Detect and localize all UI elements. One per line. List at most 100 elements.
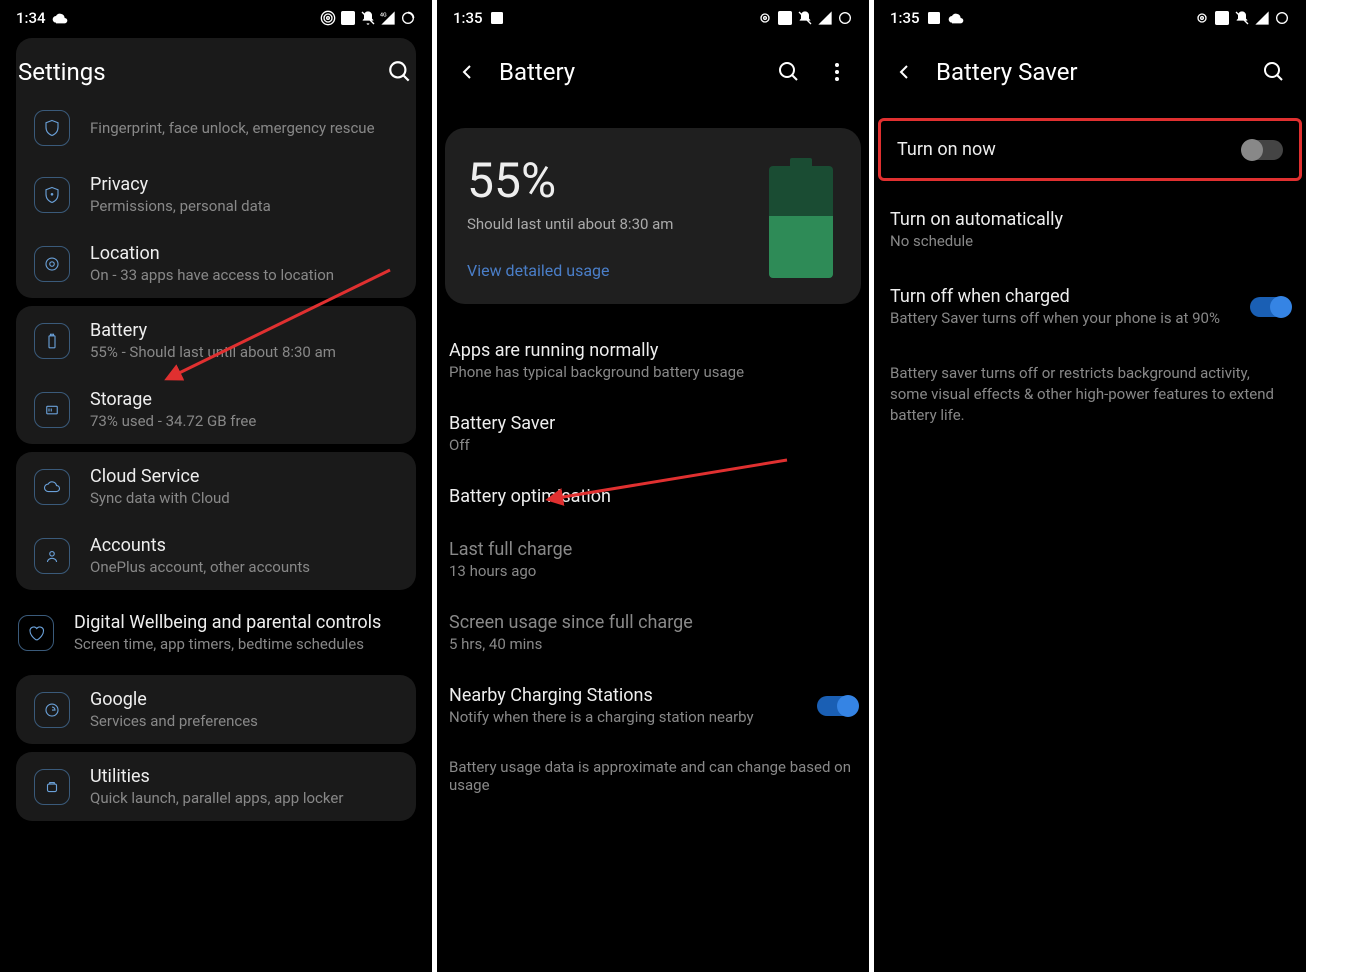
page-header: Battery Saver [874, 36, 1306, 108]
row-sub: 13 hours ago [449, 562, 857, 580]
status-icons-right [757, 10, 853, 26]
shield-icon [34, 110, 70, 146]
signal-icon [1254, 10, 1270, 26]
list-sub: On - 33 apps have access to location [90, 266, 398, 284]
google-icon [34, 692, 70, 728]
wellbeing-icon [18, 615, 54, 651]
settings-item-utilities[interactable]: Utilities Quick launch, parallel apps, a… [16, 752, 416, 821]
list-title: Utilities [90, 766, 398, 787]
privacy-icon [34, 177, 70, 213]
page-title: Settings [18, 58, 366, 86]
battery-footer-note: Battery usage data is approximate and ca… [437, 742, 869, 810]
row-sub: Phone has typical background battery usa… [449, 363, 857, 381]
row-sub: 5 hrs, 40 mins [449, 635, 857, 653]
battery-status-icon [1274, 10, 1290, 26]
list-item[interactable]: Fingerprint, face unlock, emergency resc… [16, 38, 416, 160]
utilities-icon [34, 769, 70, 805]
settings-group-google: Google Services and preferences [16, 675, 416, 744]
row-sub: Off [449, 436, 857, 454]
search-icon[interactable] [386, 58, 414, 86]
search-icon[interactable] [1260, 58, 1288, 86]
battery-row-saver[interactable]: Battery Saver Off [437, 397, 869, 470]
mute-icon [797, 10, 813, 26]
cloud-icon [948, 10, 964, 26]
hotspot-icon [757, 10, 773, 26]
settings-item-storage[interactable]: Storage 73% used - 34.72 GB free [16, 375, 416, 444]
nearby-charging-toggle[interactable] [817, 696, 857, 716]
settings-group-device: Battery 55% - Should last until about 8:… [16, 306, 416, 444]
battery-row-screen-usage: Screen usage since full charge 5 hrs, 40… [437, 596, 869, 669]
volte-icon [340, 10, 356, 26]
hotspot-icon [1194, 10, 1210, 26]
settings-group-utilities: Utilities Quick launch, parallel apps, a… [16, 752, 416, 821]
settings-item-location[interactable]: Location On - 33 apps have access to loc… [16, 229, 416, 298]
list-sub: Sync data with Cloud [90, 489, 398, 507]
settings-item-google[interactable]: Google Services and preferences [16, 675, 416, 744]
status-bar: 1:35 [874, 0, 1306, 36]
list-title: Digital Wellbeing and parental controls [74, 612, 414, 633]
view-detailed-usage-link[interactable]: View detailed usage [467, 261, 673, 280]
saver-row-auto[interactable]: Turn on automatically No schedule [874, 191, 1306, 268]
row-title: Battery optimisation [449, 486, 857, 507]
list-sub: 55% - Should last until about 8:30 am [90, 343, 398, 361]
battery-row-last-charge: Last full charge 13 hours ago [437, 523, 869, 596]
row-title: Turn on now [897, 139, 1243, 160]
row-title: Battery Saver [449, 413, 857, 434]
phone-settings: 1:34 4G Settings Fingerprint, face unloc… [0, 0, 432, 972]
battery-row-apps[interactable]: Apps are running normally Phone has typi… [437, 324, 869, 397]
list-sub: 73% used - 34.72 GB free [90, 412, 398, 430]
search-icon[interactable] [775, 58, 803, 86]
list-sub: Permissions, personal data [90, 197, 398, 215]
list-title: Accounts [90, 535, 398, 556]
battery-summary-card: 55% Should last until about 8:30 am View… [445, 128, 861, 304]
list-title: Cloud Service [90, 466, 398, 487]
saver-row-turn-on-now[interactable]: Turn on now [881, 121, 1299, 178]
list-title: Privacy [90, 174, 398, 195]
volte-icon [777, 10, 793, 26]
back-icon[interactable] [892, 60, 916, 84]
signal-icon [817, 10, 833, 26]
status-icons-right: 4G [320, 10, 416, 26]
status-time: 1:34 [16, 9, 46, 27]
status-icons-right [1194, 10, 1290, 26]
turn-off-charged-toggle[interactable] [1250, 297, 1290, 317]
mute-icon [360, 10, 376, 26]
turn-on-now-toggle[interactable] [1243, 140, 1283, 160]
back-icon[interactable] [455, 60, 479, 84]
phone-battery-saver: 1:35 Battery Saver Turn on now Turn on a… [874, 0, 1306, 972]
hotspot-icon [320, 10, 336, 26]
page-title: Battery [499, 58, 755, 86]
accounts-icon [34, 538, 70, 574]
battery-status-icon [400, 10, 416, 26]
list-title: Google [90, 689, 398, 710]
settings-item-battery[interactable]: Battery 55% - Should last until about 8:… [16, 306, 416, 375]
settings-item-digital-wellbeing[interactable]: Digital Wellbeing and parental controls … [8, 598, 424, 667]
list-title: Location [90, 243, 398, 264]
row-sub: Battery Saver turns off when your phone … [890, 309, 1250, 327]
more-icon[interactable] [823, 58, 851, 86]
battery-row-optimisation[interactable]: Battery optimisation [437, 470, 869, 523]
battery-row-nearby-charging[interactable]: Nearby Charging Stations Notify when the… [437, 669, 869, 742]
list-sub: Screen time, app timers, bedtime schedul… [74, 635, 414, 653]
mute-icon [1234, 10, 1250, 26]
row-title: Last full charge [449, 539, 857, 560]
volte-icon [1214, 10, 1230, 26]
saver-description: Battery saver turns off or restricts bac… [874, 345, 1306, 444]
row-title: Screen usage since full charge [449, 612, 857, 633]
battery-percentage: 55% [467, 152, 673, 209]
battery-status-icon [837, 10, 853, 26]
svg-text:4G: 4G [380, 13, 387, 19]
phone-battery: 1:35 Battery 55% Should last until about… [437, 0, 869, 972]
row-title: Apps are running normally [449, 340, 857, 361]
settings-item-cloud[interactable]: Cloud Service Sync data with Cloud [16, 452, 416, 521]
list-sub: Quick launch, parallel apps, app locker [90, 789, 398, 807]
settings-item-privacy[interactable]: Privacy Permissions, personal data [16, 160, 416, 229]
battery-icon [34, 323, 70, 359]
saver-row-turn-off-charged[interactable]: Turn off when charged Battery Saver turn… [874, 268, 1306, 345]
status-time: 1:35 [453, 9, 483, 27]
list-sub: OnePlus account, other accounts [90, 558, 398, 576]
list-title: Storage [90, 389, 398, 410]
image-icon [926, 10, 942, 26]
cloud-service-icon [34, 469, 70, 505]
settings-item-accounts[interactable]: Accounts OnePlus account, other accounts [16, 521, 416, 590]
